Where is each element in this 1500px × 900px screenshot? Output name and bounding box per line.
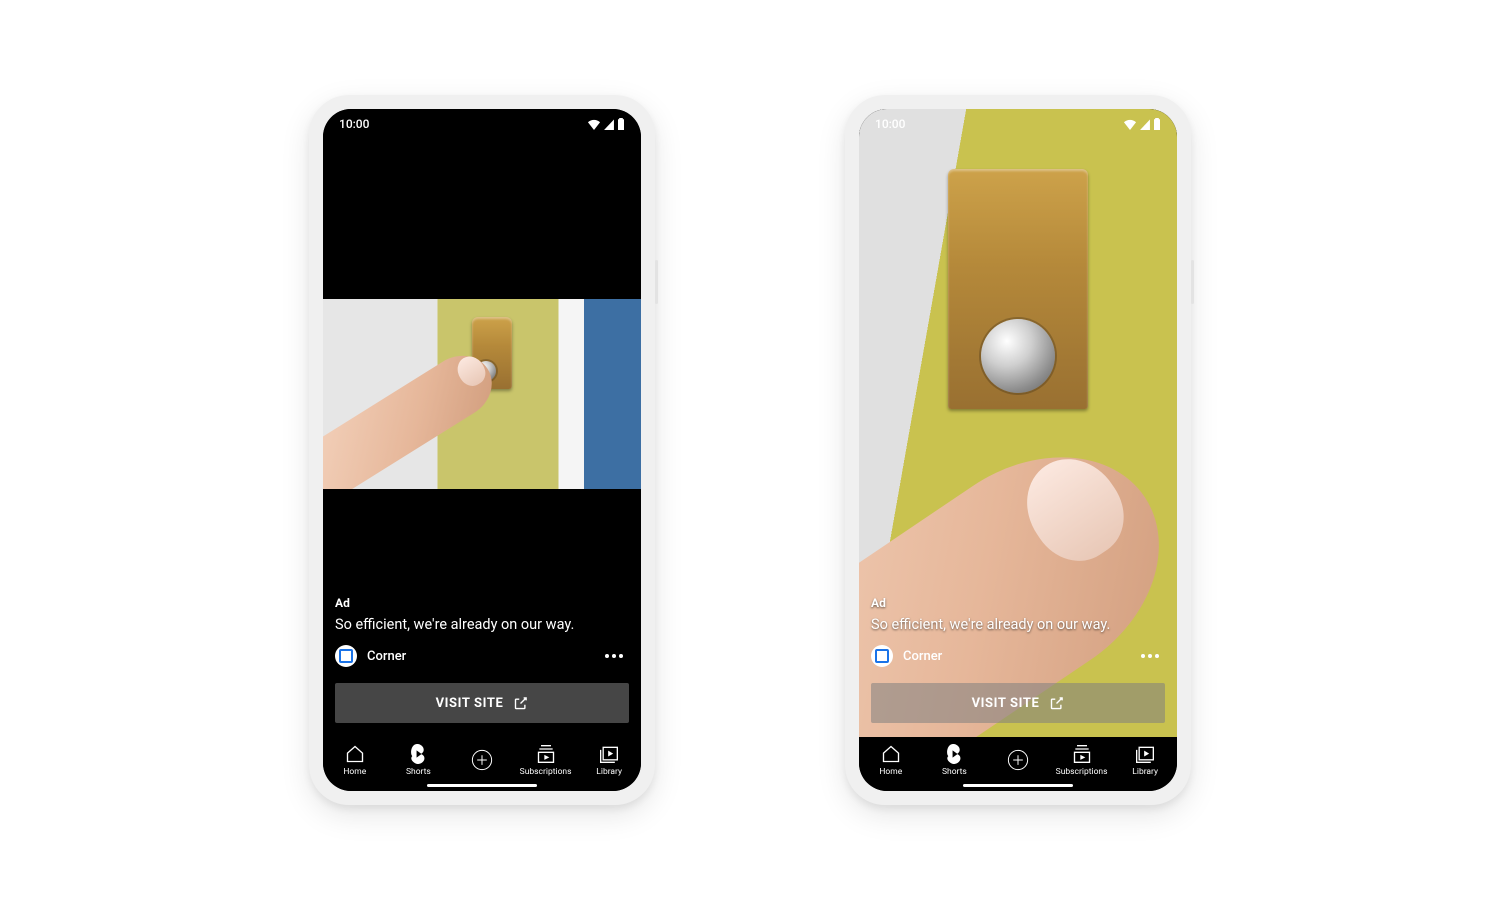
more-options-button[interactable] (599, 648, 629, 664)
phone-screen[interactable]: 10:00 Ad So efficient, we're already on … (323, 109, 641, 791)
gesture-bar (963, 784, 1073, 787)
status-icons (1123, 118, 1161, 130)
gesture-bar (427, 784, 537, 787)
nav-library-label: Library (596, 767, 622, 777)
nav-home-label: Home (879, 767, 902, 777)
nav-subscriptions[interactable]: Subscriptions (514, 743, 578, 777)
ad-headline: So efficient, we're already on our way. (335, 616, 629, 633)
battery-icon (1153, 118, 1161, 130)
library-icon (1134, 743, 1156, 765)
nav-home-label: Home (343, 767, 366, 777)
advertiser-avatar[interactable] (335, 645, 357, 667)
status-time: 10:00 (339, 117, 369, 131)
status-icons (587, 118, 625, 130)
external-link-icon (513, 696, 528, 711)
shorts-icon (407, 743, 429, 765)
advertiser-avatar[interactable] (871, 645, 893, 667)
finger-graphic (323, 344, 504, 489)
nav-shorts[interactable]: Shorts (923, 743, 987, 777)
shorts-ad-surface[interactable]: Ad So efficient, we're already on our wa… (323, 109, 641, 737)
cta-label: VISIT SITE (436, 696, 504, 711)
nav-create[interactable] (986, 749, 1050, 771)
wifi-icon (1123, 119, 1137, 130)
cell-signal-icon (603, 119, 615, 130)
bottom-nav: Home Shorts Subscriptions (323, 737, 641, 791)
ad-video-letterboxed (323, 299, 641, 489)
phone-screen[interactable]: 10:00 Ad So efficient, we're already on … (859, 109, 1177, 791)
ad-overlay: Ad So efficient, we're already on our wa… (871, 596, 1165, 723)
more-options-button[interactable] (1135, 648, 1165, 664)
visit-site-button[interactable]: VISIT SITE (871, 683, 1165, 723)
cta-label: VISIT SITE (972, 696, 1040, 711)
nav-subscriptions-label: Subscriptions (520, 767, 572, 777)
nav-library[interactable]: Library (1113, 743, 1177, 777)
advertiser-row[interactable]: Corner (871, 645, 1165, 667)
nav-subscriptions-label: Subscriptions (1056, 767, 1108, 777)
shorts-icon (943, 743, 965, 765)
nav-create[interactable] (450, 749, 514, 771)
status-bar: 10:00 (859, 109, 1177, 139)
plus-circle-icon (1007, 749, 1029, 771)
external-link-icon (1049, 696, 1064, 711)
advertiser-name: Corner (367, 649, 406, 664)
plus-circle-icon (471, 749, 493, 771)
battery-icon (617, 118, 625, 130)
nav-shorts-label: Shorts (942, 767, 967, 777)
status-time: 10:00 (875, 117, 905, 131)
advertiser-name: Corner (903, 649, 942, 664)
shorts-ad-surface[interactable]: Ad So efficient, we're already on our wa… (859, 109, 1177, 737)
nav-home[interactable]: Home (323, 743, 387, 777)
ad-headline: So efficient, we're already on our way. (871, 616, 1165, 633)
ad-overlay: Ad So efficient, we're already on our wa… (335, 596, 629, 723)
home-icon (880, 743, 902, 765)
home-icon (344, 743, 366, 765)
doorbell-button-graphic (981, 319, 1055, 393)
subscriptions-icon (535, 743, 557, 765)
nav-library[interactable]: Library (577, 743, 641, 777)
nav-shorts-label: Shorts (406, 767, 431, 777)
fingernail-graphic (1008, 441, 1141, 578)
library-icon (598, 743, 620, 765)
ad-badge: Ad (335, 596, 629, 610)
nav-subscriptions[interactable]: Subscriptions (1050, 743, 1114, 777)
phone-mockup-fullbleed: 10:00 Ad So efficient, we're already on … (845, 95, 1191, 805)
status-bar: 10:00 (323, 109, 641, 139)
phone-mockup-letterboxed: 10:00 Ad So efficient, we're already on … (309, 95, 655, 805)
subscriptions-icon (1071, 743, 1093, 765)
advertiser-row[interactable]: Corner (335, 645, 629, 667)
wifi-icon (587, 119, 601, 130)
bottom-nav: Home Shorts Subscriptions (859, 737, 1177, 791)
ad-badge: Ad (871, 596, 1165, 610)
nav-shorts[interactable]: Shorts (387, 743, 451, 777)
nav-home[interactable]: Home (859, 743, 923, 777)
cell-signal-icon (1139, 119, 1151, 130)
nav-library-label: Library (1132, 767, 1158, 777)
visit-site-button[interactable]: VISIT SITE (335, 683, 629, 723)
